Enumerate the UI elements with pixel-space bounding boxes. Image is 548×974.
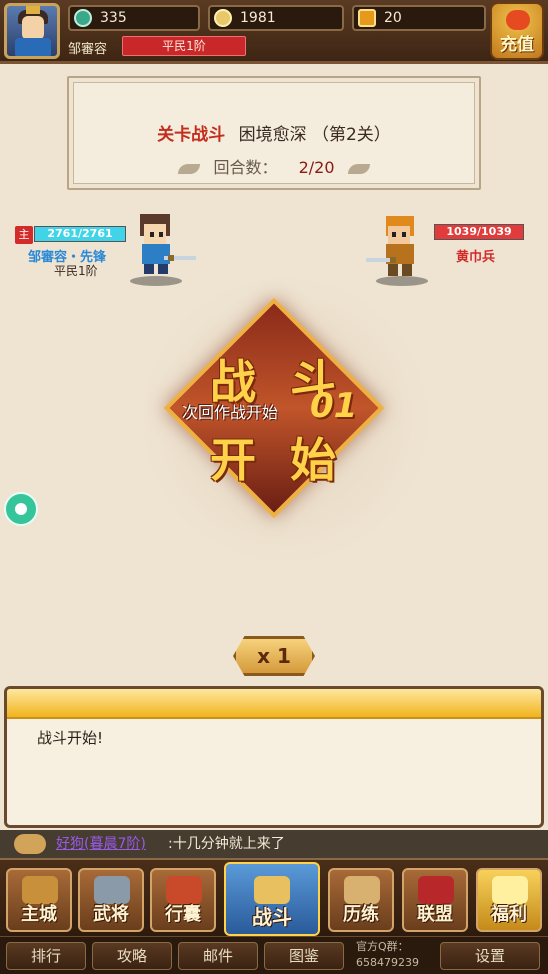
nav-battle[interactable]: 战斗 — [224, 862, 320, 936]
ranking-button[interactable]: 排行 — [6, 942, 86, 970]
next-round-label: 次回作战开始 — [182, 403, 279, 422]
ally-hp-bar: 2761/2761 — [34, 226, 126, 242]
round-counter: 回合数： 2/20 — [69, 154, 479, 178]
stage-title: 关卡战斗 困境愈深 （第2关） — [69, 120, 479, 145]
ally-sprite[interactable] — [128, 212, 198, 282]
enemy-hp-bar: 1039/1039 — [434, 224, 524, 240]
main-navigation: 主城 武将 行囊 战斗 历练 联盟 福利 — [0, 858, 548, 936]
coin-icon — [214, 9, 232, 27]
qq-label: 官方Q群： — [356, 940, 409, 953]
coin-counter[interactable]: 1981 — [208, 5, 344, 31]
atlas-button[interactable]: 图鉴 — [264, 942, 344, 970]
chat-bubble-icon[interactable] — [14, 834, 46, 854]
nav-training[interactable]: 历练 — [328, 868, 394, 932]
coin-value: 1981 — [240, 10, 276, 26]
stage-name: 困境愈深 — [238, 125, 307, 145]
player-name: 邹審容 — [68, 42, 108, 57]
player-avatar[interactable] — [4, 3, 60, 59]
leaf-left-icon — [178, 163, 201, 174]
ally-rank: 平民1阶 — [54, 264, 98, 278]
nav-generals[interactable]: 武将 — [78, 868, 144, 932]
enemy-name: 黄巾兵 — [456, 250, 496, 265]
top-bar: 335 1981 20 邹審容 平民1阶 充值 — [0, 0, 548, 64]
nav-training-label: 历练 — [343, 904, 379, 925]
mail-button[interactable]: 邮件 — [178, 942, 258, 970]
nav-welfare[interactable]: 福利 — [476, 868, 542, 932]
stage-info-panel: 关卡战斗 困境愈深 （第2关） 回合数： 2/20 — [67, 76, 481, 190]
jade-counter[interactable]: 335 — [68, 5, 200, 31]
battle-char-3: 开 — [210, 433, 256, 487]
battle-log-text: 战斗开始! — [37, 729, 104, 747]
bottom-bar: 排行 攻略 邮件 图鉴 官方Q群： 658479239 设置 — [0, 936, 548, 974]
nav-alliance-label: 联盟 — [417, 904, 453, 925]
avatar-crown — [26, 6, 40, 14]
leaf-right-icon — [347, 163, 370, 174]
battle-log-header — [7, 689, 541, 719]
main-hero-tag: 主 — [15, 226, 33, 244]
official-qq-group: 官方Q群： 658479239 — [356, 939, 419, 971]
battle-char-4: 始 — [290, 433, 336, 487]
qq-number: 658479239 — [356, 956, 419, 969]
jade-value: 335 — [100, 10, 127, 26]
player-rank-badge: 平民1阶 — [122, 36, 246, 56]
nav-alliance[interactable]: 联盟 — [402, 868, 468, 932]
guide-button[interactable]: 攻略 — [92, 942, 172, 970]
stage-level: （第2关） — [311, 125, 391, 145]
floating-assistant-icon[interactable] — [4, 492, 38, 526]
stage-type: 关卡战斗 — [157, 125, 226, 145]
nav-welfare-label: 福利 — [491, 904, 527, 925]
nav-bag[interactable]: 行囊 — [150, 868, 216, 932]
nav-bag-label: 行囊 — [165, 904, 201, 925]
nav-generals-label: 武将 — [93, 904, 129, 925]
battle-speed-button[interactable]: x 1 — [233, 636, 315, 676]
round-countdown: 01 — [310, 386, 358, 426]
round-label: 回合数： — [213, 158, 278, 177]
battle-log-panel: 战斗开始! — [4, 686, 544, 828]
recharge-button[interactable]: 充值 — [490, 2, 544, 60]
jade-icon — [74, 9, 92, 27]
nav-battle-label: 战斗 — [252, 905, 292, 929]
round-value: 2/20 — [298, 158, 335, 177]
gold-ingot-icon — [358, 9, 376, 27]
gold-counter[interactable]: 20 — [352, 5, 486, 31]
crossed-swords-icon — [254, 876, 290, 904]
chat-ticker[interactable]: 好狗(暮晨7阶) :十几分钟就上来了 — [0, 830, 548, 858]
nav-main-city[interactable]: 主城 — [6, 868, 72, 932]
gold-value: 20 — [384, 10, 402, 26]
chat-message: :十几分钟就上来了 — [168, 836, 285, 852]
nav-main-city-label: 主城 — [21, 904, 57, 925]
recharge-mascot-icon — [506, 10, 530, 30]
enemy-hp-text: 1039/1039 — [446, 225, 512, 238]
chat-username[interactable]: 好狗(暮晨7阶) — [56, 830, 146, 858]
avatar-body — [15, 38, 51, 56]
settings-button[interactable]: 设置 — [440, 942, 540, 970]
avatar-face — [22, 16, 44, 40]
enemy-sprite[interactable] — [364, 214, 434, 284]
ally-hp-text: 2761/2761 — [47, 227, 113, 240]
recharge-label: 充值 — [500, 35, 534, 55]
